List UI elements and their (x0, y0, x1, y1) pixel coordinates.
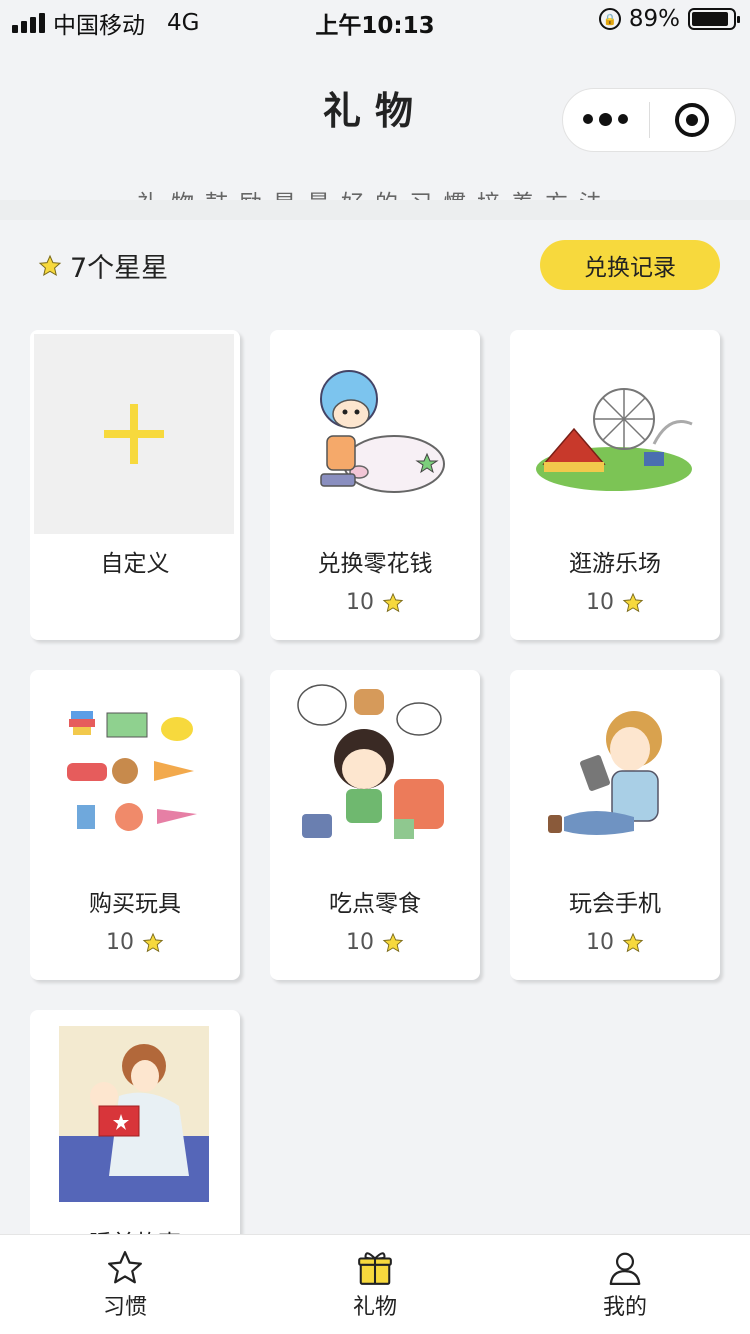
stars-summary: 7个星星 兑换记录 (0, 240, 750, 290)
gift-name: 玩会手机 (569, 891, 661, 917)
gift-name: 自定义 (100, 551, 170, 577)
snacks-illustration (274, 674, 474, 874)
gift-name: 逛游乐场 (569, 551, 661, 577)
close-miniprogram-button[interactable] (650, 103, 736, 137)
gift-card-pocket-money[interactable]: 兑换零花钱 10 (270, 330, 480, 640)
gift-card-toys[interactable]: 购买玩具 10 (30, 670, 240, 980)
gift-cost-value: 10 (346, 590, 374, 615)
tab-bar: 习惯 礼物 我的 (0, 1234, 750, 1334)
star-icon (622, 592, 644, 612)
gift-cost: 10 (270, 590, 480, 615)
tab-label: 礼物 (352, 1294, 397, 1320)
tab-label: 习惯 (102, 1294, 147, 1320)
gift-card-snacks[interactable]: 吃点零食 10 (270, 670, 480, 980)
custom-image (34, 334, 234, 534)
rotation-lock-icon: 🔒 (598, 8, 621, 30)
page-header: 礼物 礼物鼓励是最好的习惯培养方法 (0, 40, 750, 217)
gift-cost: 10 (510, 590, 720, 615)
user-icon (609, 1252, 641, 1285)
gift-cost: 10 (270, 930, 480, 955)
star-icon (382, 932, 404, 952)
battery-icon (688, 8, 740, 30)
star-icon (142, 932, 164, 952)
star-outline-icon (108, 1250, 142, 1283)
status-bar: 中国移动 4G 上午10:13 🔒 89% (0, 0, 750, 40)
target-icon (675, 103, 710, 137)
star-icon (38, 254, 62, 276)
gift-name: 购买玩具 (89, 891, 181, 917)
gift-cost-value: 10 (586, 930, 614, 955)
tab-profile[interactable]: 我的 (500, 1235, 750, 1334)
redeem-history-button[interactable]: 兑换记录 (540, 240, 720, 290)
miniprogram-capsule (562, 88, 736, 152)
section-divider (0, 200, 750, 220)
plus-icon (104, 404, 164, 464)
gift-name: 兑换零花钱 (317, 551, 433, 577)
status-right: 🔒 89% (598, 6, 740, 32)
gift-cost-value: 10 (586, 590, 614, 615)
battery-percent: 89% (628, 6, 680, 32)
gift-name: 吃点零食 (329, 891, 421, 917)
star-count: 7个星星 (38, 246, 168, 285)
star-icon (622, 932, 644, 952)
gift-cost-value: 10 (106, 930, 134, 955)
tab-habits[interactable]: 习惯 (0, 1235, 250, 1334)
star-count-text: 7个星星 (70, 253, 169, 284)
gift-card-phone[interactable]: 玩会手机 10 (510, 670, 720, 980)
toys-illustration (34, 674, 234, 874)
more-icon[interactable] (563, 113, 649, 126)
star-icon (382, 592, 404, 612)
tab-label: 我的 (602, 1294, 647, 1320)
phone-illustration (514, 674, 714, 874)
bedtime-story-illustration (34, 1014, 234, 1214)
gift-icon (358, 1251, 392, 1285)
gift-card-amusement-park[interactable]: 逛游乐场 10 (510, 330, 720, 640)
gift-card-custom[interactable]: 自定义 (30, 330, 240, 640)
amusement-park-illustration (514, 334, 714, 534)
tab-gifts[interactable]: 礼物 (250, 1235, 500, 1334)
piggy-bank-illustration (274, 334, 474, 534)
gift-cost: 10 (510, 930, 720, 955)
gift-cost: 10 (30, 930, 240, 955)
gift-cost-value: 10 (346, 930, 374, 955)
